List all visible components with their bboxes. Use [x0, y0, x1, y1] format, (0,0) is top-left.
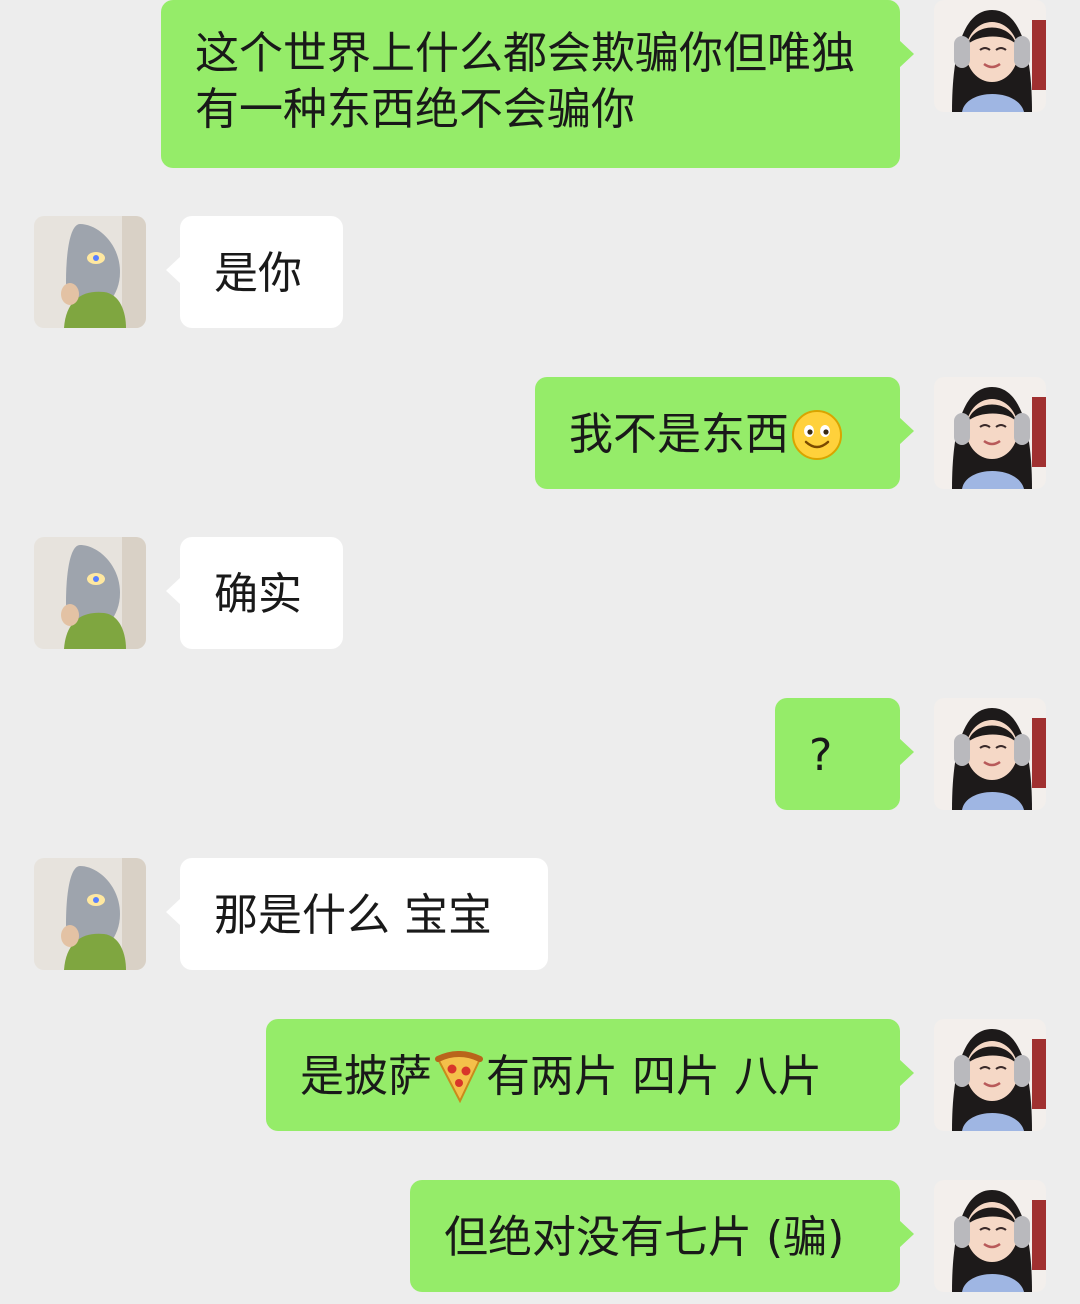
contact-avatar[interactable]: [34, 216, 146, 328]
chat-view: 这个世界上什么都会欺骗你但唯独有一种东西绝不会骗你 是你 我不是东西 确实 ? …: [0, 0, 1080, 1304]
girl-with-headphones-avatar-icon: [934, 1180, 1046, 1292]
contact-avatar[interactable]: [34, 858, 146, 970]
my-message-bubble[interactable]: ?: [775, 698, 914, 810]
my-avatar[interactable]: [934, 1019, 1046, 1131]
my-avatar[interactable]: [934, 1180, 1046, 1292]
message-text: 那是什么 宝宝: [214, 890, 492, 941]
message-text: 但绝对没有七片 (骗): [444, 1212, 845, 1263]
contact-message-bubble[interactable]: 是你: [166, 216, 343, 328]
message-text: ?: [809, 730, 833, 781]
my-avatar[interactable]: [934, 0, 1046, 112]
smile-emoji-icon: [791, 409, 843, 461]
message-text: 我不是东西: [569, 409, 789, 460]
girl-with-headphones-avatar-icon: [934, 377, 1046, 489]
girl-with-headphones-avatar-icon: [934, 698, 1046, 810]
message-text-after-emoji: 有两片 四片 八片: [486, 1051, 822, 1102]
message-text-before-emoji: 是披萨: [300, 1051, 432, 1102]
contact-message-bubble[interactable]: 确实: [166, 537, 343, 649]
my-avatar[interactable]: [934, 377, 1046, 489]
my-message-bubble[interactable]: 是披萨 有两片 四片 八片: [266, 1019, 914, 1131]
message-text: 确实: [214, 569, 302, 620]
my-message-bubble[interactable]: 我不是东西: [535, 377, 914, 489]
my-message-bubble[interactable]: 但绝对没有七片 (骗): [410, 1180, 914, 1292]
message-text: 是你: [214, 248, 302, 299]
my-avatar[interactable]: [934, 698, 1046, 810]
message-text: 这个世界上什么都会欺骗你但唯独有一种东西绝不会骗你: [195, 28, 855, 135]
my-message-bubble[interactable]: 这个世界上什么都会欺骗你但唯独有一种东西绝不会骗你: [161, 0, 914, 168]
contact-message-bubble[interactable]: 那是什么 宝宝: [166, 858, 548, 970]
girl-with-headphones-avatar-icon: [934, 1019, 1046, 1131]
contact-avatar[interactable]: [34, 537, 146, 649]
girl-with-headphones-avatar-icon: [934, 0, 1046, 112]
ultraman-mask-avatar-icon: [34, 537, 146, 649]
ultraman-mask-avatar-icon: [34, 858, 146, 970]
pizza-emoji-icon: [434, 1051, 484, 1103]
ultraman-mask-avatar-icon: [34, 216, 146, 328]
